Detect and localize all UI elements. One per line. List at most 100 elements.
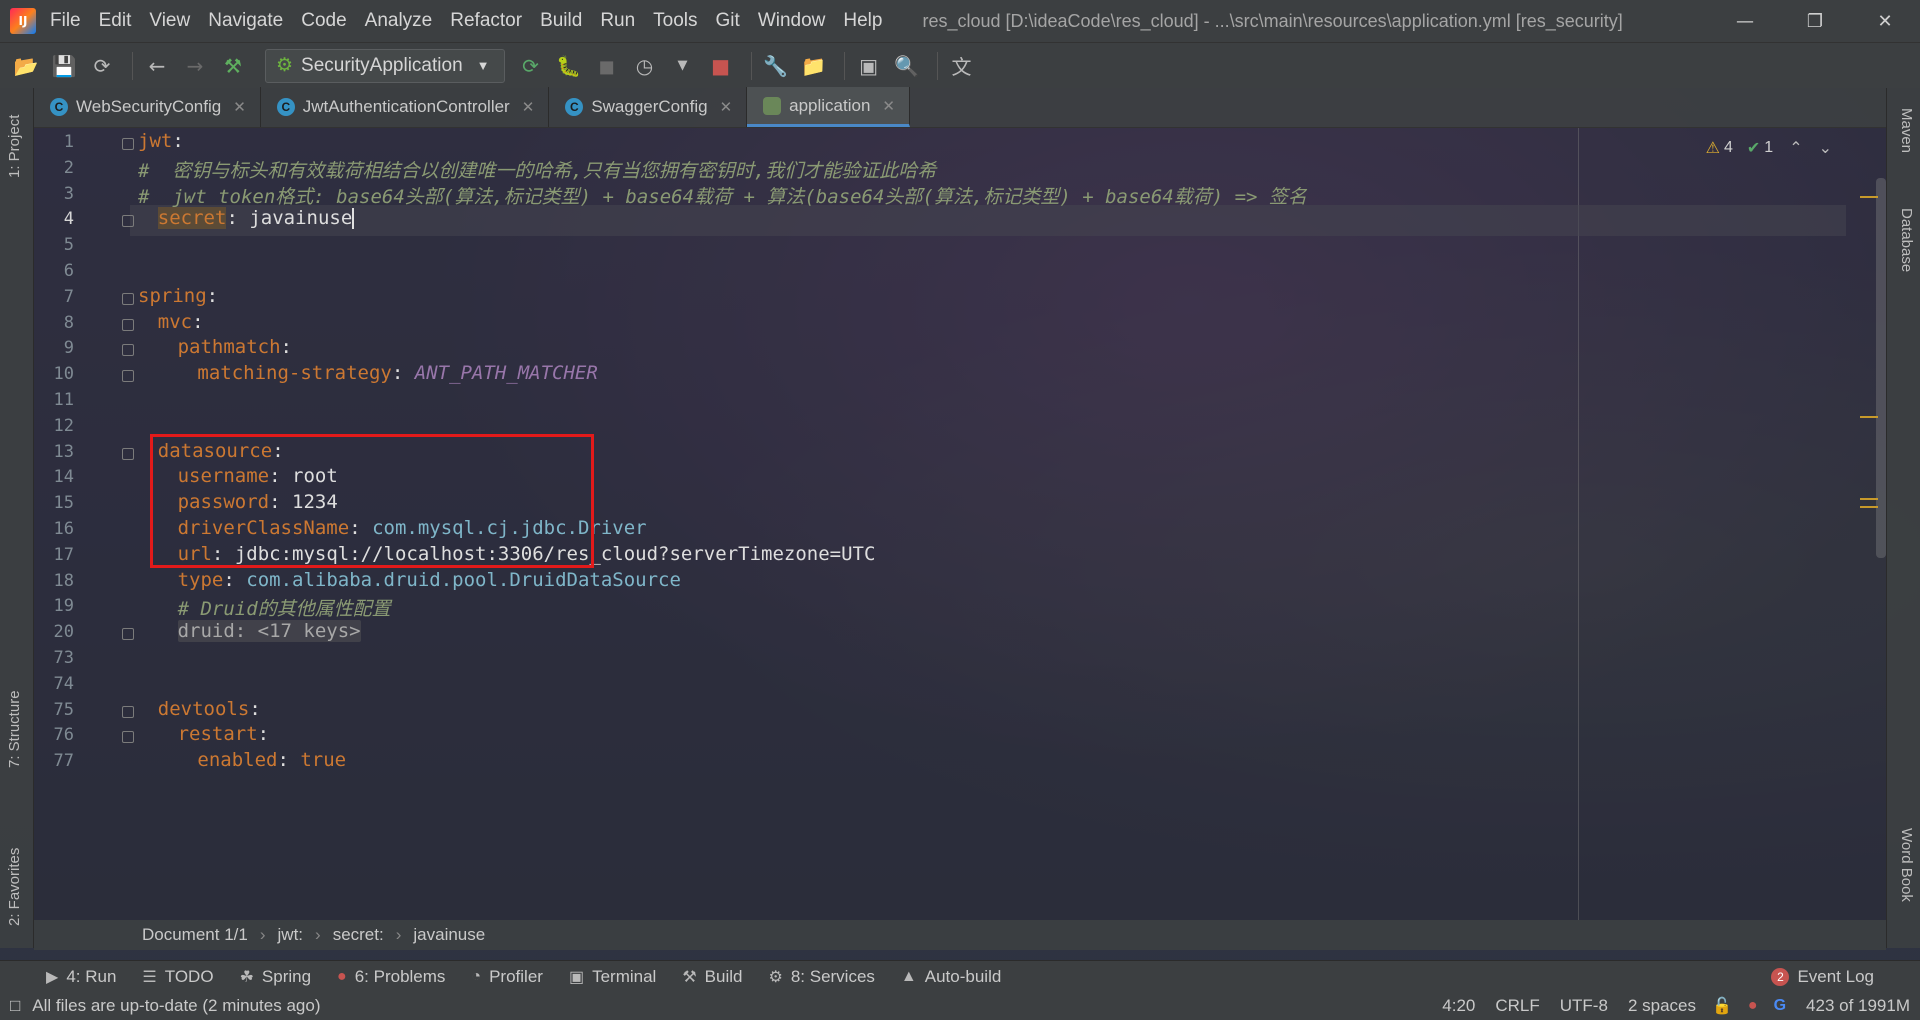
project-structure-icon[interactable]: 📁 <box>798 50 830 82</box>
notification-icon[interactable]: ● <box>1748 997 1758 1015</box>
code-line[interactable]: jwt: <box>138 130 184 152</box>
code-line[interactable]: druid: <17 keys> <box>177 620 361 643</box>
open-folder-icon[interactable]: 📂 <box>10 50 42 82</box>
structure-tool-button[interactable]: 7: Structure <box>6 690 23 768</box>
lock-icon[interactable]: 🔓 <box>1712 996 1732 1016</box>
tab-swaggerconfig[interactable]: C SwaggerConfig ✕ <box>549 87 748 127</box>
menu-tools[interactable]: Tools <box>653 10 697 32</box>
debug-bug-icon[interactable]: 🐛 <box>553 50 585 82</box>
save-all-icon[interactable]: 💾 <box>48 50 80 82</box>
code-line[interactable]: mvc: <box>158 311 204 333</box>
menu-window[interactable]: Window <box>758 10 826 32</box>
google-icon[interactable]: G <box>1774 997 1786 1015</box>
chevron-down-icon[interactable]: ⌄ <box>1819 138 1832 158</box>
chevron-up-icon[interactable]: ⌃ <box>1789 138 1802 158</box>
forward-arrow-icon[interactable]: → <box>179 50 211 82</box>
code-line[interactable]: # jwt token格式: base64头部(算法,标记类型) + base6… <box>138 182 1307 209</box>
breadcrumb-item[interactable]: javainuse <box>413 925 485 945</box>
tool-window-build[interactable]: ⚒ Build <box>682 967 742 987</box>
close-tab-icon[interactable]: ✕ <box>522 98 535 116</box>
fold-marker-icon[interactable] <box>122 318 134 331</box>
word-book-tool-button[interactable]: Word Book <box>1898 828 1915 902</box>
code-line[interactable]: restart: <box>178 723 270 745</box>
event-log-button[interactable]: 2 Event Log <box>1771 967 1874 987</box>
profile-icon[interactable]: ◷ <box>629 50 661 82</box>
run-configuration-select[interactable]: ⚙ SecurityApplication ▼ <box>265 48 505 83</box>
sync-icon[interactable]: ⟳ <box>86 50 118 82</box>
status-icon[interactable]: □ <box>10 996 20 1016</box>
menu-run[interactable]: Run <box>600 10 635 32</box>
menu-refactor[interactable]: Refactor <box>450 10 522 32</box>
tab-jwtauthenticationcontroller[interactable]: C JwtAuthenticationController ✕ <box>261 87 550 127</box>
close-window-icon[interactable]: ✕ <box>1850 0 1920 42</box>
fold-marker-icon[interactable] <box>122 447 134 460</box>
tool-window-spring[interactable]: ☘ Spring <box>240 967 311 987</box>
line-separator[interactable]: CRLF <box>1495 996 1539 1016</box>
build-hammer-icon[interactable]: ⚒ <box>217 50 249 82</box>
fold-marker-icon[interactable] <box>122 705 134 718</box>
code-line[interactable]: # Druid的其他属性配置 <box>178 594 391 621</box>
menu-view[interactable]: View <box>149 10 190 32</box>
menu-help[interactable]: Help <box>843 10 882 32</box>
code-line[interactable]: type: com.alibaba.druid.pool.DruidDataSo… <box>178 569 681 591</box>
stop-icon[interactable]: ■ <box>705 50 737 82</box>
fold-marker-icon[interactable] <box>122 344 134 357</box>
more-run-options-icon[interactable]: ▼ <box>667 50 699 82</box>
tool-window-run[interactable]: ▶ 4: Run <box>46 967 116 987</box>
close-tab-icon[interactable]: ✕ <box>233 98 246 116</box>
tool-window-todo[interactable]: ☰ TODO <box>142 967 213 987</box>
maven-tool-button[interactable]: Maven <box>1898 108 1915 153</box>
code-line[interactable]: spring: <box>138 285 218 307</box>
rerun-icon[interactable]: ⟳ <box>515 50 547 82</box>
file-encoding[interactable]: UTF-8 <box>1560 996 1608 1016</box>
menu-navigate[interactable]: Navigate <box>208 10 283 32</box>
menu-analyze[interactable]: Analyze <box>365 10 433 32</box>
search-icon[interactable]: 🔍 <box>891 50 923 82</box>
translate-icon[interactable]: 文 <box>946 50 978 82</box>
code-line[interactable]: enabled: true <box>197 749 346 771</box>
favorites-tool-button[interactable]: 2: Favorites <box>6 848 23 926</box>
folded-region[interactable]: druid: <17 keys> <box>177 620 361 643</box>
tool-window-problems[interactable]: ● 6: Problems <box>337 967 445 987</box>
close-tab-icon[interactable]: ✕ <box>882 97 895 115</box>
fold-marker-icon[interactable] <box>122 215 134 228</box>
menu-git[interactable]: Git <box>716 10 740 32</box>
tab-application[interactable]: application ✕ <box>747 87 910 127</box>
project-tool-button[interactable]: 1: Project <box>6 115 23 178</box>
code-line[interactable]: devtools: <box>158 698 261 720</box>
vertical-scrollbar[interactable] <box>1876 178 1886 558</box>
back-arrow-icon[interactable]: ← <box>141 50 173 82</box>
code-line[interactable]: # 密钥与标头和有效载荷相结合以创建唯一的哈希,只有当您拥有密钥时,我们才能验证… <box>138 156 936 183</box>
code-line[interactable]: pathmatch: <box>178 336 292 358</box>
menu-code[interactable]: Code <box>301 10 346 32</box>
fold-marker-icon[interactable] <box>122 292 134 305</box>
tool-window-profiler[interactable]: ◔ Profiler <box>471 967 543 987</box>
status-message[interactable]: All files are up-to-date (2 minutes ago) <box>32 996 320 1016</box>
code-line[interactable]: matching-strategy: ANT_PATH_MATCHER <box>197 362 597 384</box>
menu-edit[interactable]: Edit <box>99 10 132 32</box>
fold-marker-icon[interactable] <box>122 731 134 744</box>
breadcrumb-item[interactable]: Document 1/1 <box>142 925 248 945</box>
menu-file[interactable]: File <box>50 10 81 32</box>
caret-position[interactable]: 4:20 <box>1442 996 1475 1016</box>
code-line[interactable]: secret: javainuse <box>157 207 355 230</box>
restore-icon[interactable]: ❐ <box>1780 0 1850 42</box>
fold-marker-icon[interactable] <box>122 628 134 641</box>
terminal-window-icon[interactable]: ▣ <box>853 50 885 82</box>
fold-marker-icon[interactable] <box>122 138 134 150</box>
breadcrumb-item[interactable]: jwt: <box>278 925 304 945</box>
close-tab-icon[interactable]: ✕ <box>720 98 733 116</box>
settings-wrench-icon[interactable]: 🔧 <box>760 50 792 82</box>
tool-window-terminal[interactable]: ▣ Terminal <box>569 967 656 987</box>
breadcrumb-item[interactable]: secret: <box>333 925 384 945</box>
inspection-widget[interactable]: ⚠ 4 ✔ 1 ⌃ ⌄ <box>1706 138 1832 158</box>
minimize-icon[interactable]: — <box>1710 0 1780 42</box>
fold-marker-icon[interactable] <box>122 370 134 383</box>
database-tool-button[interactable]: Database <box>1898 208 1915 272</box>
line-number-gutter[interactable]: 1 2 3 4 5 6 7 8 9 10 11 12 13 14 15 16 17 18 19 20 73 74 75 76 7… <box>34 128 134 920</box>
tool-window-services[interactable]: ⚙ 8: Services <box>768 967 874 987</box>
menu-build[interactable]: Build <box>540 10 582 32</box>
code-editor[interactable]: 1 2 3 4 5 6 7 8 9 10 11 12 13 14 15 16 17 18 19 20 73 74 75 76 7… <box>34 128 1886 920</box>
tab-websecurityconfig[interactable]: C WebSecurityConfig ✕ <box>34 87 261 127</box>
tool-window-auto-build[interactable]: ▲ Auto-build <box>901 967 1001 987</box>
